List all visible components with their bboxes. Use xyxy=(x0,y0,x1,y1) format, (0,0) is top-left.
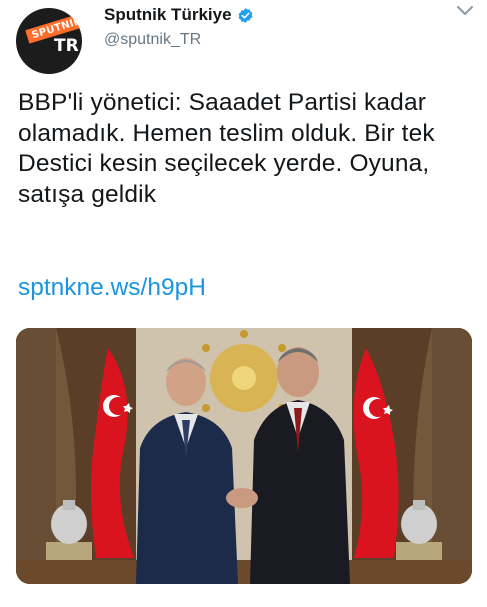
chevron-down-icon[interactable] xyxy=(452,0,478,22)
avatar[interactable]: SPUTNIK TR xyxy=(16,8,82,74)
handshake xyxy=(226,488,258,508)
account-name-row: Sputnik Türkiye xyxy=(104,4,254,26)
tweet-link[interactable]: sptnkne.ws/h9pH xyxy=(18,274,206,302)
tweet-photo[interactable] xyxy=(16,328,472,584)
account-handle[interactable]: @sputnik_TR xyxy=(104,31,201,49)
display-name[interactable]: Sputnik Türkiye xyxy=(104,5,232,25)
tweet-text: BBP'li yönetici: Saaadet Partisi kadar o… xyxy=(18,89,435,208)
verified-badge-icon xyxy=(238,7,252,23)
tweet-card: SPUTNIK TR Sputnik Türkiye @sputnik_TR B… xyxy=(0,0,487,607)
avatar-region-label: TR xyxy=(54,36,79,56)
photo-illustration xyxy=(16,328,472,584)
